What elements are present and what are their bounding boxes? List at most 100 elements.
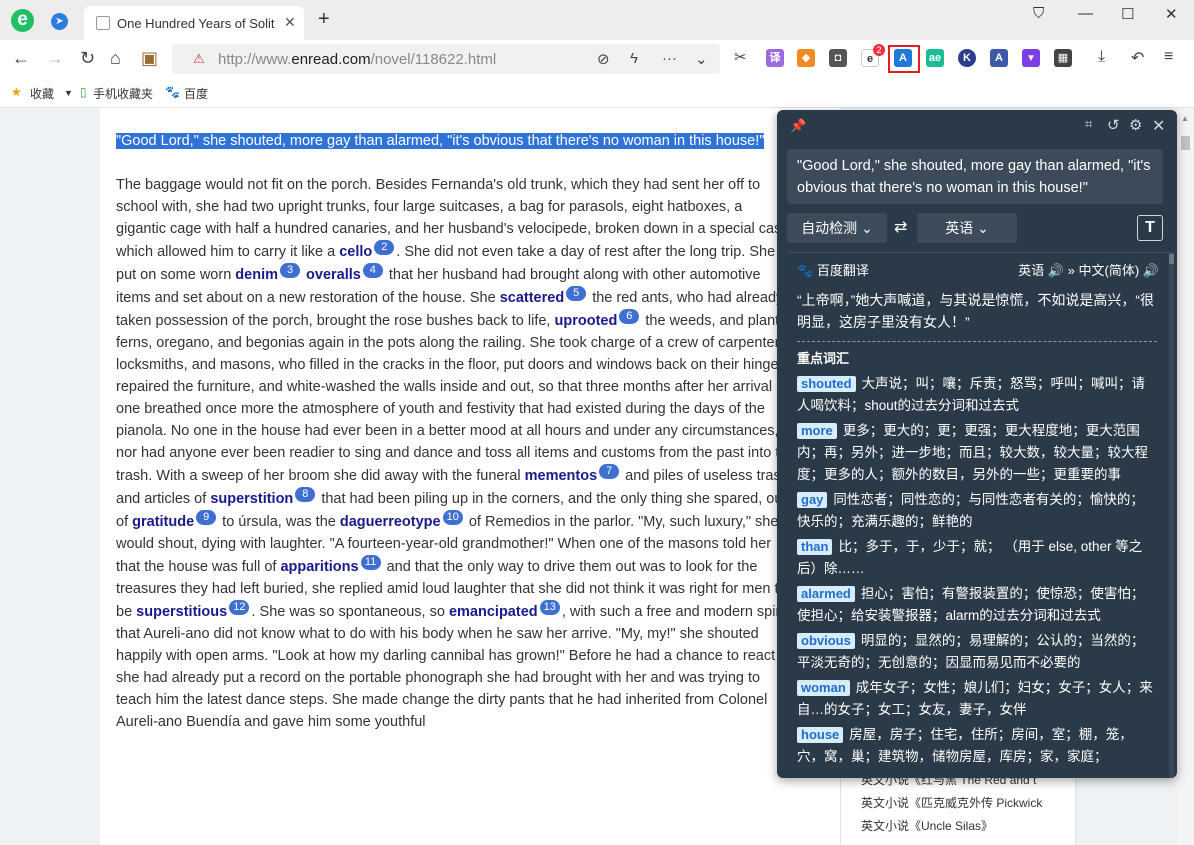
vocab-word-link[interactable]: overalls — [306, 267, 361, 283]
vocab-word-link[interactable]: uprooted — [555, 313, 618, 329]
favorites-dropdown-icon[interactable]: ▼ — [64, 88, 73, 98]
vocab-number-badge: 7 — [599, 464, 620, 479]
vocab-entry: than 比；多于，于，少于；就； （用于 else, other 等之后）除…… — [797, 536, 1157, 580]
apps-grid-icon[interactable]: ▦ — [1054, 49, 1072, 67]
vocab-entry-word[interactable]: house — [797, 727, 844, 743]
language-pair: 英语 🔊 » 中文(简体) 🔊 — [1018, 263, 1159, 278]
menu-icon[interactable]: ≡ — [1164, 48, 1173, 66]
source-text-box[interactable]: "Good Lord," she shouted, more gay than … — [787, 149, 1163, 204]
undo-icon[interactable]: ↶ — [1131, 48, 1144, 68]
vocab-word-link[interactable]: daguerreotype — [340, 514, 441, 530]
shirt-icon[interactable]: ⛉ — [1033, 5, 1044, 22]
url-text[interactable]: http://www.enread.com/novel/118622.html — [218, 51, 496, 68]
vocab-entry-definition: 房屋，房子；住宅，住所；房间，室；棚，笼，穴，窝，巢；建筑物，储物房屋，库房；家… — [797, 727, 1133, 764]
vocab-entry-word[interactable]: more — [797, 423, 837, 439]
bookmark-baidu[interactable]: 百度 — [184, 85, 208, 102]
chevron-down-icon[interactable]: ⌄ — [695, 50, 708, 68]
article-text-segment: to úrsula, was the — [218, 514, 340, 530]
ae-ext-icon[interactable]: ae — [926, 49, 944, 67]
a-ext-icon[interactable]: A — [990, 49, 1008, 67]
target-language-select[interactable]: 英语 ⌄ — [917, 213, 1017, 243]
notification-badge: 2 — [873, 44, 885, 56]
vocab-number-badge: 12 — [229, 600, 250, 615]
vocab-entry: gay 同性恋者；同性恋的；与同性恋者有关的；愉快的；快乐的；充满乐趣的；鲜艳的 — [797, 489, 1157, 533]
vocab-word-link[interactable]: superstition — [210, 491, 293, 507]
vocab-entry-word[interactable]: shouted — [797, 376, 856, 392]
bookmark-favorites[interactable]: 收藏 — [30, 85, 54, 102]
vocab-word-link[interactable]: apparitions — [280, 559, 358, 575]
vocab-word-link[interactable]: cello — [339, 244, 372, 260]
scroll-up-icon[interactable]: ▲ — [1181, 114, 1189, 123]
forward-icon[interactable]: → — [46, 48, 64, 69]
browser-logo-icon[interactable]: e — [11, 9, 34, 32]
gamepad-icon[interactable]: ◆ — [797, 49, 815, 67]
vocab-entry-word[interactable]: woman — [797, 680, 850, 696]
reload-icon[interactable]: ↻ — [80, 48, 95, 69]
window-close-icon[interactable]: ✕ — [1165, 5, 1178, 23]
page-scrollbar[interactable]: ▲ — [1177, 108, 1194, 845]
vocab-number-badge: 5 — [566, 286, 587, 301]
related-novel-link[interactable]: 英文小说《Uncle Silas》 — [841, 815, 1075, 838]
vocab-word-link[interactable]: superstitious — [136, 604, 227, 620]
engine-name: 百度翻译 — [816, 263, 869, 278]
translation-text: “上帝啊，”她大声喊道，与其说是惊慌，不如说是高兴，“很明显，这房子里没有女人！… — [797, 289, 1157, 342]
pin-icon[interactable]: 📌 — [790, 118, 806, 134]
speaker-icon[interactable]: 🔊 — [1048, 263, 1064, 278]
compass-icon[interactable]: ⊘ — [597, 50, 610, 68]
chat-ext-icon[interactable]: ▾ — [1022, 49, 1040, 67]
article-body: "Good Lord," she shouted, more gay than … — [116, 130, 796, 733]
vocab-word-link[interactable]: denim — [235, 267, 278, 283]
from-language: 英语 — [1018, 263, 1045, 278]
vocab-list: shouted 大声说；叫；嚷；斥责；怒骂；呼叫；喊叫；请人喝饮料；shout的过… — [797, 373, 1157, 771]
minimize-icon[interactable]: — — [1078, 5, 1093, 22]
tab-active[interactable]: One Hundred Years of Solit ✕ — [84, 6, 304, 40]
vocab-entry: house 房屋，房子；住宅，住所；房间，室；棚，笼，穴，窝，巢；建筑物，储物房屋… — [797, 724, 1157, 768]
translation-popup: 📌 ⌗ ↺ ⚙ ✕ "Good Lord," she shouted, more… — [777, 110, 1177, 778]
vocab-number-badge: 6 — [619, 309, 640, 324]
popup-scrollbar[interactable] — [1169, 252, 1174, 778]
address-bar[interactable]: ⚠ http://www.enread.com/novel/118622.htm… — [172, 44, 720, 74]
related-novel-link[interactable]: 英文小说《匹克威克外传 Pickwick — [841, 792, 1075, 815]
vocab-word-link[interactable]: mementos — [525, 468, 598, 484]
more-icon[interactable]: ··· — [662, 50, 677, 67]
highlight-box — [888, 45, 920, 73]
scrollbar-thumb[interactable] — [1181, 136, 1190, 150]
vocab-word-link[interactable]: gratitude — [132, 514, 194, 530]
vocab-entry-word[interactable]: obvious — [797, 633, 855, 649]
briefcase-icon[interactable]: ▣ — [141, 48, 158, 69]
back-icon[interactable]: ← — [12, 48, 30, 69]
tab-close-icon[interactable]: ✕ — [284, 14, 296, 31]
history-icon[interactable]: ↺ — [1107, 116, 1120, 134]
to-language: 中文(简体) — [1078, 263, 1140, 278]
download-icon[interactable]: ⤓ — [1098, 48, 1105, 66]
vocab-entry-definition: 成年女子；女性；娘儿们；妇女；女子；女人；来自…的女子；女工；女友，妻子，女伴 — [797, 680, 1153, 717]
home-icon[interactable]: ⌂ — [110, 48, 121, 69]
vocab-entry: shouted 大声说；叫；嚷；斥责；怒骂；呼叫；喊叫；请人喝饮料；shout的过… — [797, 373, 1157, 417]
send-icon[interactable]: ➤ — [51, 13, 68, 30]
article-text-segment: . She was so spontaneous, so — [251, 604, 449, 620]
selected-text[interactable]: "Good Lord," she shouted, more gay than … — [116, 133, 765, 149]
vocab-entry-definition: 同性恋者；同性恋的；与同性恋者有关的；愉快的；快乐的；充满乐趣的；鲜艳的 — [797, 492, 1144, 529]
vocab-word-link[interactable]: emancipated — [449, 604, 538, 620]
speaker-icon[interactable]: 🔊 — [1143, 263, 1159, 278]
pocket-icon[interactable]: ◘ — [829, 49, 847, 67]
new-tab-icon[interactable]: + — [318, 8, 330, 31]
vocab-entry-word[interactable]: alarmed — [797, 586, 855, 602]
vocab-entry-word[interactable]: than — [797, 539, 833, 555]
vocab-entry-word[interactable]: gay — [797, 492, 828, 508]
vocab-title: 重点词汇 — [797, 351, 850, 366]
bookmark-mobile[interactable]: 手机收藏夹 — [93, 85, 153, 102]
maximize-icon[interactable]: ☐ — [1121, 5, 1134, 23]
text-mode-button[interactable]: T — [1137, 215, 1163, 241]
source-language-select[interactable]: 自动检测 ⌄ — [787, 213, 887, 243]
gear-icon[interactable]: ⚙ — [1129, 116, 1142, 134]
lightning-icon[interactable]: ϟ — [630, 50, 638, 67]
k-ext-icon[interactable]: K — [958, 49, 976, 67]
vocab-number-badge: 4 — [362, 263, 383, 278]
vocab-word-link[interactable]: scattered — [500, 290, 564, 306]
crop-icon[interactable]: ⌗ — [1085, 116, 1092, 132]
scissors-icon[interactable]: ✂ — [734, 48, 747, 66]
close-icon[interactable]: ✕ — [1152, 116, 1165, 136]
swap-languages-icon[interactable]: ⇄ — [894, 217, 907, 237]
translate-ext-icon[interactable]: 译 — [766, 49, 784, 67]
